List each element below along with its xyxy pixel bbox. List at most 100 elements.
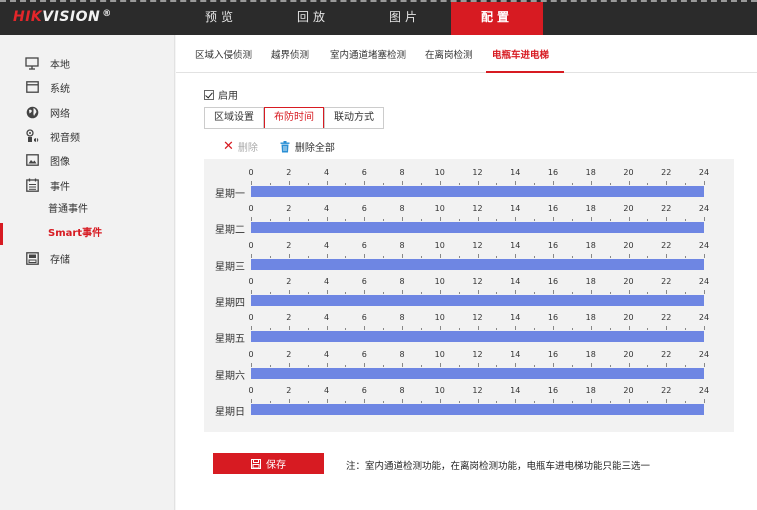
hour-tick-mark: [420, 291, 422, 294]
hour-tick-mark: [345, 400, 347, 403]
active-tab-underline: [486, 71, 564, 73]
globe-icon: [25, 105, 39, 119]
hour-tick-label: 16: [547, 349, 559, 359]
hour-tick-mark: [458, 183, 460, 185]
tab-line-crossing[interactable]: 越界侦测: [271, 47, 309, 61]
hour-tick-label: 4: [323, 385, 330, 395]
day-schedule-bar[interactable]: [251, 186, 704, 197]
hour-tick-mark: [477, 362, 479, 367]
hour-tick-label: 18: [585, 313, 596, 323]
schedule-row: 星期二 0 2 4 6 8 10 12 14 16 18 20 22 24: [204, 202, 734, 238]
day-schedule-bar[interactable]: [251, 294, 704, 306]
sidebar-subitem-smart-event[interactable]: Smart事件: [0, 223, 175, 245]
hour-tick-label: 10: [434, 240, 445, 250]
nav-picture[interactable]: 图片: [359, 2, 451, 35]
save-button[interactable]: 保存: [213, 453, 324, 474]
hour-tick-label: 0: [248, 276, 254, 286]
day-schedule-bar[interactable]: [251, 331, 704, 343]
subtab-arming-schedule[interactable]: 布防时间: [264, 107, 324, 128]
tab-corridor-blockage[interactable]: 室内通道堵塞检测: [330, 47, 406, 61]
day-label: 星期二: [215, 225, 245, 237]
hour-tick-mark: [647, 328, 649, 331]
hour-tick-mark: [269, 328, 271, 331]
hour-tick-mark: [326, 362, 328, 367]
hour-tick-label: 10: [434, 168, 445, 177]
hour-tick-label: 12: [472, 313, 483, 323]
hour-tick-mark: [402, 253, 403, 258]
enable-checkbox[interactable]: [204, 89, 214, 100]
hour-tick-mark: [609, 291, 611, 294]
sidebar-item-network[interactable]: 网络: [0, 101, 175, 123]
hour-tick-mark: [590, 181, 592, 185]
hour-tick-mark: [553, 181, 554, 185]
sidebar-item-local[interactable]: 本地: [0, 52, 175, 74]
hour-tick-mark: [571, 219, 573, 222]
hour-tick-mark: [269, 183, 271, 185]
hour-tick-label: 4: [323, 240, 330, 250]
subtab-linkage-method[interactable]: 联动方式: [324, 107, 384, 128]
hour-tick-label: 8: [399, 313, 405, 323]
sidebar-item-image[interactable]: 图像: [0, 149, 175, 171]
schedule-actions: ✕ 删除 删除全部: [223, 139, 357, 154]
tab-post-detection[interactable]: 在离岗检测: [425, 47, 473, 61]
hour-tick-mark: [496, 255, 498, 258]
hour-tick-label: 4: [323, 349, 330, 359]
hour-tick-mark: [364, 181, 366, 185]
hour-tick-label: 0: [248, 204, 254, 214]
hour-tick-label: 8: [399, 349, 405, 359]
day-schedule-bar[interactable]: [251, 367, 704, 379]
trash-icon: [280, 140, 290, 152]
subtab-area-settings[interactable]: 区域设置: [204, 107, 264, 128]
hour-tick-label: 20: [623, 240, 634, 250]
nav-preview[interactable]: 预览: [175, 2, 267, 35]
sidebar-item-event[interactable]: 事件: [0, 174, 175, 196]
hour-tick-mark: [534, 291, 536, 294]
tab-ebike-elevator[interactable]: 电瓶车进电梯: [492, 47, 549, 61]
delete-all-button[interactable]: 删除全部: [280, 139, 335, 154]
hour-tick-mark: [496, 328, 498, 331]
schedule-row: 星期日 0 2 4 6 8 10 12 14 16 18 20 22 24: [204, 384, 734, 420]
hour-tick-mark: [628, 362, 630, 367]
hour-tick-label: 0: [248, 349, 254, 359]
nav-configuration[interactable]: 配置: [451, 2, 543, 35]
hour-tick-mark: [515, 326, 517, 331]
hour-tick-mark: [496, 400, 498, 403]
hour-tick-mark: [609, 400, 611, 403]
hour-tick-mark: [685, 328, 687, 331]
hour-tick-mark: [251, 362, 252, 367]
hour-tick-mark: [571, 183, 573, 185]
sidebar-subitem-normal-event[interactable]: 普通事件: [0, 199, 175, 221]
hour-tick-mark: [571, 255, 573, 258]
delete-button[interactable]: ✕ 删除: [223, 139, 258, 154]
day-schedule-bar[interactable]: [251, 403, 704, 415]
sidebar-item-label: 系统: [50, 83, 70, 95]
hour-tick-label: 18: [585, 204, 596, 214]
hour-tick-mark: [326, 289, 328, 294]
sub-tabs: 区域设置 布防时间 联动方式: [204, 107, 384, 129]
hour-tick-mark: [704, 289, 705, 294]
hour-tick-mark: [553, 326, 554, 331]
sidebar-item-video-audio[interactable]: 视音频: [0, 125, 175, 147]
hour-tick-label: 8: [399, 276, 405, 286]
hour-tick-label: 20: [623, 204, 634, 214]
hour-tick-label: 12: [472, 385, 483, 395]
hour-tick-mark: [666, 326, 668, 331]
hour-tick-label: 2: [286, 349, 292, 359]
hour-tick-label: 12: [472, 349, 483, 359]
enable-checkbox-row[interactable]: 启用: [204, 87, 238, 102]
tab-intrusion-detection[interactable]: 区域入侵侦测: [195, 47, 252, 61]
sidebar-item-system[interactable]: 系统: [0, 76, 175, 98]
day-schedule-bar[interactable]: [251, 258, 704, 270]
sidebar-item-storage[interactable]: 存储: [0, 247, 175, 269]
hour-tick-mark: [439, 181, 441, 185]
hour-tick-mark: [685, 183, 687, 185]
day-schedule-bar[interactable]: [251, 222, 704, 234]
hour-tick-mark: [553, 253, 554, 258]
hour-tick-label: 4: [323, 168, 330, 177]
monitor-icon: [25, 56, 39, 70]
hour-tick-label: 14: [510, 240, 521, 250]
nav-playback[interactable]: 回放: [267, 2, 359, 35]
weekly-schedule: 星期一 0 2 4 6 8 10 12 14 16 18 20 22 24 星期二 0 2 4 6 8 10 12 14 16…: [204, 159, 734, 432]
day-label: 星期三: [215, 261, 245, 273]
hour-tick-mark: [666, 181, 668, 185]
